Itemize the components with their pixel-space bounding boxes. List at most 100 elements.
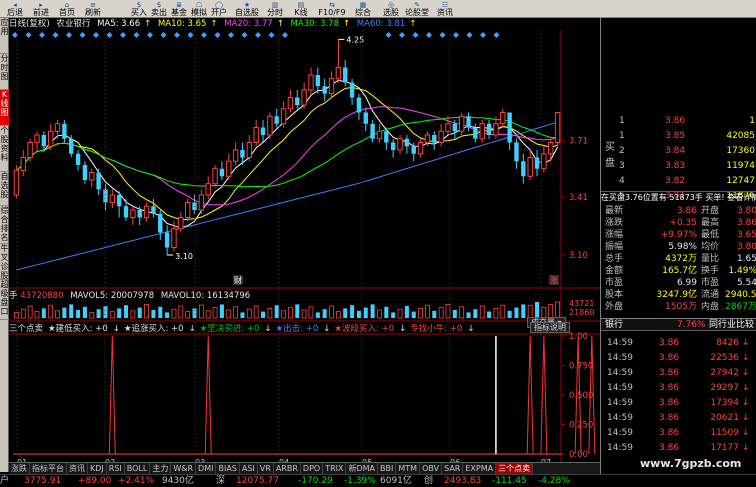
orderbook-volume: 1 [749, 116, 755, 126]
volume-unit: 手 [9, 291, 18, 301]
indicator-tab-6[interactable]: 主力 [150, 463, 172, 474]
big-order-notice[interactable]: 在买盘3.76位置有 51873手 买单! 查看详情 [601, 191, 756, 203]
left-tab-3[interactable]: 个股资料 [0, 126, 9, 172]
toolbar-button-2[interactable]: ⌂ 首页 [54, 1, 80, 17]
orderbook-row[interactable]: 1 3.86 1 [601, 114, 756, 128]
indicator-tab-1[interactable]: 指标平台 [30, 463, 67, 474]
signal-diamond-icon [466, 32, 473, 38]
indicator-tab-20[interactable]: EXPMA [463, 463, 497, 474]
toolbar-button-12[interactable]: ⇆ F10/F9 [316, 1, 348, 17]
toolbar-button-10[interactable]: ▥ 分时 [262, 1, 288, 17]
quote-key: 股本 [605, 290, 624, 300]
toolbar-button-15[interactable]: ✎ 论股堂 [404, 1, 430, 17]
volume-bar [253, 305, 259, 319]
industry-compare-link[interactable]: 同行业比较 [709, 319, 754, 332]
indicator-tab-11[interactable]: VR [258, 463, 274, 474]
sector-name[interactable]: 银行 [605, 319, 623, 332]
left-tab-5[interactable]: 综合排名 [0, 206, 9, 244]
quote-key: 开盘 [701, 206, 720, 216]
indicator-tab-13[interactable]: DPO [301, 463, 324, 474]
indicator-tab-21[interactable]: 三个点卖 [496, 463, 534, 474]
volume-bar [137, 307, 142, 318]
indicator-tab-2[interactable]: 资讯 [67, 463, 88, 474]
orderbook-row[interactable]: 4 3.82 12747 [601, 174, 756, 188]
toolbar-label: 首页 [59, 8, 75, 17]
indicator-tab-5[interactable]: BOLL [125, 463, 151, 474]
volume-bar [438, 307, 444, 319]
status-item-13: -4.28% [538, 476, 570, 486]
orderbook-price: 3.86 [665, 116, 686, 126]
toolbar-button-1[interactable]: ▸ 前进 [28, 1, 54, 17]
kline-chart-area[interactable]: 3.71 3.41 3.10 4.25 3.10 财涨 43721 21860 1.00 0.75… [9, 18, 600, 472]
volume-bar [322, 309, 327, 318]
indicator-tab-14[interactable]: TRIX [323, 463, 347, 474]
tick-direction-icon: ↓ [742, 413, 750, 423]
left-tab-7[interactable]: 超级盘口 [0, 280, 9, 320]
price-axis-label: 3.41 [569, 193, 588, 203]
toolbar-label: 自选股 [235, 8, 259, 17]
tick-volume: 8426 [716, 338, 739, 348]
candle-body [486, 123, 492, 135]
price-axis-label: 3.71 [569, 137, 588, 147]
left-tab-6[interactable]: 牛叉诊股 [0, 244, 9, 280]
toolbar-button-16[interactable]: ☷ 资讯 [432, 1, 458, 17]
volume-legend: 手 43720880 MAVOL5: 20007978 MAVOL10: 161… [9, 290, 250, 302]
volume-bar [34, 311, 40, 319]
orderbook-row[interactable]: 1 3.85 42085 [601, 129, 756, 143]
orderbook-row[interactable]: 3 3.83 11974 [601, 159, 756, 173]
indicator-tab-12[interactable]: ARBR [274, 463, 301, 474]
toolbar-label: 刷新 [85, 8, 101, 17]
period-label[interactable]: 日线(复权) [9, 19, 50, 29]
volume-bar [452, 310, 457, 318]
indicator-tab-18[interactable]: OBV [420, 463, 443, 474]
orderbook-row[interactable]: 2 3.84 17360 [601, 144, 756, 158]
candle-body [232, 149, 239, 162]
indicator-help-button[interactable]: 指标说明 [530, 322, 570, 333]
indicator-tab-3[interactable]: KDJ [88, 463, 107, 474]
candle-body [541, 153, 547, 170]
indicator-tab-0[interactable]: 涨跌 [9, 463, 30, 474]
indicator-tab-16[interactable]: BBI [378, 463, 397, 474]
volume-bar [41, 308, 46, 318]
orderbook-level: 4 [619, 176, 625, 186]
candle-body [226, 160, 232, 177]
signal-diamond-icon [493, 32, 500, 38]
candle-body [158, 213, 163, 233]
indicator-tab-9[interactable]: BIAS [216, 463, 240, 474]
tick-row: 14:59 3.86 27942 ↓ [601, 366, 756, 380]
toolbar-button-14[interactable]: ◎ 选股 [378, 1, 404, 17]
indicator-tab-8[interactable]: DMI [196, 463, 217, 474]
left-tab-2[interactable]: K线图 [0, 90, 9, 126]
candle-body [424, 134, 431, 143]
indicator-tab-4[interactable]: RSI [107, 463, 125, 474]
indicator-tab-10[interactable]: ASI [240, 463, 258, 474]
candle-body [240, 150, 245, 158]
toolbar-button-8[interactable]: ◯ 开户 [206, 1, 232, 17]
volume-axis-label: 43721 [569, 299, 594, 308]
candle-body [69, 138, 74, 154]
toolbar-button-13[interactable]: ▦ 综合 [350, 1, 376, 17]
status-item-11: 2493.83 [444, 476, 482, 486]
toolbar-button-0[interactable]: ◂ 后退 [2, 1, 28, 17]
indicator-tab-7[interactable]: W&R [171, 463, 197, 474]
indicator-tab-17[interactable]: MTM [396, 463, 421, 474]
tick-row: 14:59 3.86 8426 ↓ [601, 336, 756, 350]
toolbar-button-3[interactable]: ≡ 刷新 [80, 1, 106, 17]
status-item-10: 创 [424, 476, 434, 486]
quote-value: 3.80 [736, 206, 756, 216]
candle-body [164, 232, 170, 248]
left-tab-4[interactable]: 自选股 [0, 172, 9, 206]
left-tab-1[interactable]: 分时图 [0, 54, 9, 90]
volume-bar [343, 308, 348, 318]
status-item-8: -1.39% [344, 476, 376, 486]
left-tab-0[interactable]: 应用 [0, 18, 9, 54]
volume-bar [158, 306, 163, 318]
toolbar-button-11[interactable]: ▤ K线 [288, 1, 314, 17]
quote-row: 涨跌 +0.35 最高 3.86 [601, 218, 756, 229]
signal-diamond-icon [52, 32, 59, 38]
toolbar-button-9[interactable]: ★ 自选股 [234, 1, 260, 17]
indicator-tab-15[interactable]: 新DMA [346, 463, 379, 474]
indicator-tab-19[interactable]: SAR [442, 463, 464, 474]
quote-row: 外盘 1505万 内盘 2867万 [601, 302, 756, 313]
quote-row: 总手 4372万 量比 1.65 [601, 254, 756, 265]
